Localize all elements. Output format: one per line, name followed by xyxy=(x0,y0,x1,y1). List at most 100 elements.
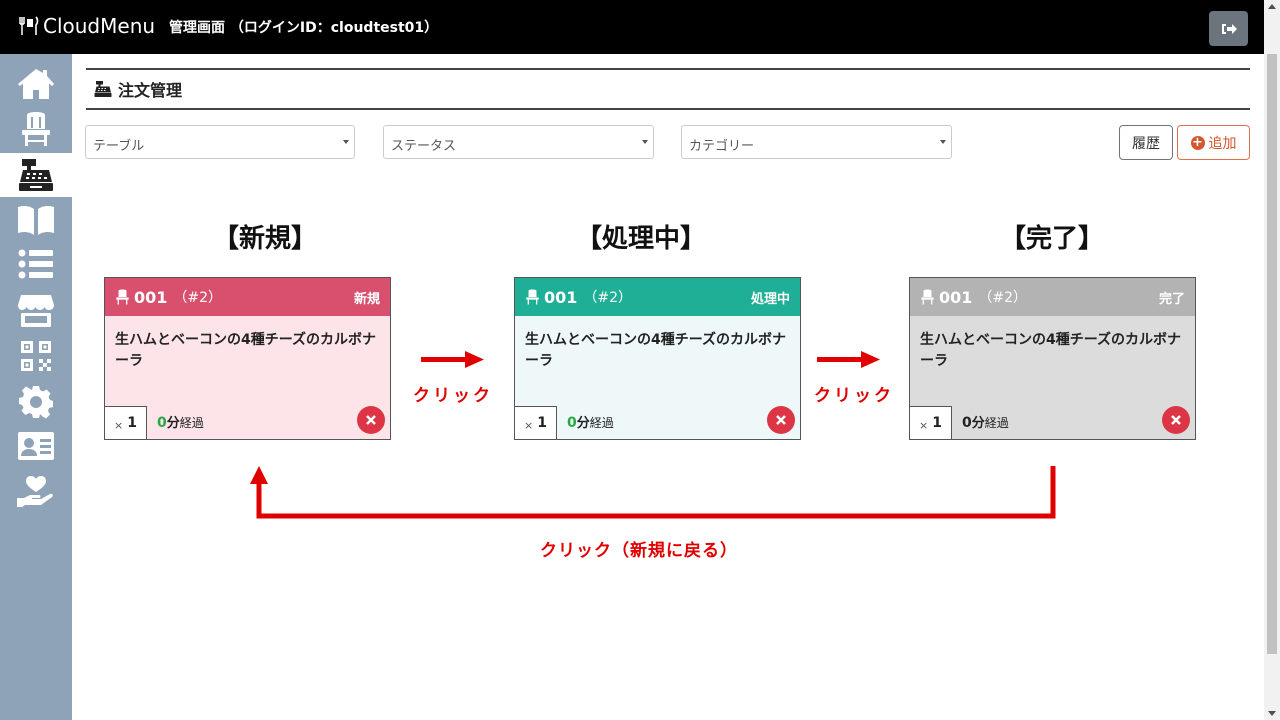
sidebar-item-home[interactable] xyxy=(0,62,72,106)
card-header: 001 （#2） 新規 xyxy=(105,278,390,316)
status-badge: 処理中 xyxy=(750,291,790,307)
quantity-box: × 1 xyxy=(104,406,147,440)
logo-text: CloudMenu xyxy=(43,14,156,38)
order-item-name: 生ハムとベーコンの4種チーズのカルボナーラ xyxy=(525,332,787,369)
elapsed-time: 0分経過 xyxy=(567,412,614,431)
order-number: （#2） xyxy=(173,290,223,306)
elapsed-minutes: 0 xyxy=(962,415,972,431)
close-icon xyxy=(366,415,376,425)
card-header: 001 （#2） 完了 xyxy=(910,278,1195,316)
brand[interactable]: CloudMenu 管理画面 （ログインID：cloudtest01） xyxy=(18,14,438,38)
status-badge: 新規 xyxy=(353,291,380,307)
gear-icon xyxy=(19,386,53,419)
page-title-bar: 注文管理 xyxy=(86,68,1250,110)
history-button[interactable]: 履歴 xyxy=(1119,125,1173,160)
add-button-label: 追加 xyxy=(1208,135,1237,152)
card-header: 001 （#2） 処理中 xyxy=(515,278,800,316)
sidebar-item-orders[interactable] xyxy=(0,153,72,197)
chair-icon xyxy=(116,289,129,305)
delete-button[interactable] xyxy=(767,406,795,434)
logo[interactable]: CloudMenu xyxy=(18,14,155,38)
status-filter-select[interactable]: ステータス xyxy=(383,125,654,159)
chevron-down-icon xyxy=(940,140,946,144)
elapsed-label: 経過 xyxy=(179,416,204,430)
category-filter-value: カテゴリー xyxy=(689,139,755,154)
vertical-scrollbar[interactable] xyxy=(1264,0,1280,720)
sidebar-item-qr[interactable] xyxy=(0,334,72,378)
times-sign: × xyxy=(114,418,124,432)
order-item-name: 生ハムとベーコンの4種チーズのカルボナーラ xyxy=(920,332,1182,369)
cash-register-icon xyxy=(94,81,112,97)
sidebar-item-store[interactable] xyxy=(0,289,72,333)
delete-button[interactable] xyxy=(1162,406,1190,434)
plus-circle-icon: + xyxy=(1190,134,1205,150)
sidebar-item-settings[interactable] xyxy=(0,380,72,424)
card-body: 生ハムとベーコンの4種チーズのカルボナーラ × 1 0分経過 xyxy=(514,316,800,440)
chevron-down-icon xyxy=(642,140,648,144)
order-card-processing[interactable]: 001 （#2） 処理中 生ハムとベーコンの4種チーズのカルボナーラ × 1 0分… xyxy=(514,277,801,440)
elapsed-minutes: 0 xyxy=(157,415,167,431)
quantity-box: × 1 xyxy=(514,406,557,440)
cash-register-icon xyxy=(19,159,53,191)
arrow-return xyxy=(250,466,1056,519)
delete-button[interactable] xyxy=(357,406,385,434)
quantity-value: 1 xyxy=(127,415,137,431)
card-body: 生ハムとベーコンの4種チーズのカルボナーラ × 1 0分経過 xyxy=(909,316,1195,440)
order-number: （#2） xyxy=(583,290,633,306)
status-filter-value: ステータス xyxy=(391,139,457,154)
elapsed-label: 経過 xyxy=(589,416,614,430)
table-number: 001 xyxy=(134,287,168,307)
hand-heart-icon xyxy=(17,476,53,507)
fork-knife-icon xyxy=(19,16,39,35)
page-title: 注文管理 xyxy=(118,81,183,100)
card-body: 生ハムとベーコンの4種チーズのカルボナーラ × 1 0分経過 xyxy=(104,316,390,440)
category-filter-select[interactable]: カテゴリー xyxy=(681,125,952,159)
home-icon xyxy=(18,69,54,99)
order-card-done[interactable]: 001 （#2） 完了 生ハムとベーコンの4種チーズのカルボナーラ × 1 0分経… xyxy=(909,277,1196,440)
chevron-down-icon xyxy=(343,140,349,144)
elapsed-minutes: 0 xyxy=(567,415,577,431)
table-filter-value: テーブル xyxy=(93,139,145,154)
order-number: （#2） xyxy=(978,290,1028,306)
book-icon xyxy=(18,205,54,235)
chair-icon xyxy=(526,289,539,305)
elapsed-time: 0分経過 xyxy=(962,412,1009,431)
scroll-up-arrow[interactable] xyxy=(1268,4,1276,9)
chair-icon xyxy=(921,289,934,305)
quantity-box: × 1 xyxy=(909,406,952,440)
elapsed-label: 経過 xyxy=(984,416,1009,430)
close-icon xyxy=(776,415,786,425)
sidebar-item-support[interactable] xyxy=(0,470,72,514)
status-badge: 完了 xyxy=(1158,291,1185,307)
sidebar-item-menu[interactable] xyxy=(0,198,72,242)
table-number: 001 xyxy=(939,287,973,307)
scroll-down-arrow[interactable] xyxy=(1268,711,1276,716)
scroll-thumb[interactable] xyxy=(1267,54,1277,654)
top-header: CloudMenu 管理画面 （ログインID：cloudtest01） xyxy=(0,0,1280,54)
click-label-1: クリック xyxy=(413,386,493,406)
qrcode-icon xyxy=(21,341,51,371)
heading-processing: 【処理中】 xyxy=(576,224,707,254)
elapsed-unit: 分 xyxy=(971,416,985,431)
arrow-right-2 xyxy=(817,351,880,368)
sidebar-item-tables[interactable] xyxy=(0,107,72,151)
quantity-value: 1 xyxy=(932,415,942,431)
table-filter-select[interactable]: テーブル xyxy=(85,125,355,159)
heading-done: 【完了】 xyxy=(1000,224,1105,254)
elapsed-unit: 分 xyxy=(166,416,180,431)
sidebar xyxy=(0,54,72,720)
sidebar-item-list[interactable] xyxy=(0,242,72,286)
click-back-label: クリック（新規に戻る） xyxy=(540,541,738,561)
elapsed-unit: 分 xyxy=(576,416,590,431)
sidebar-item-staff[interactable] xyxy=(0,424,72,468)
id-card-icon xyxy=(18,432,54,460)
click-label-2: クリック xyxy=(814,386,894,406)
sign-out-icon xyxy=(1221,23,1237,34)
order-item-name: 生ハムとベーコンの4種チーズのカルボナーラ xyxy=(115,332,377,369)
add-button[interactable]: + 追加 xyxy=(1177,125,1250,160)
times-sign: × xyxy=(524,418,534,432)
logout-button[interactable] xyxy=(1209,11,1248,46)
elapsed-time: 0分経過 xyxy=(157,412,204,431)
arrow-right-1 xyxy=(421,351,484,368)
order-card-new[interactable]: 001 （#2） 新規 生ハムとベーコンの4種チーズのカルボナーラ × 1 0分経… xyxy=(104,277,391,440)
